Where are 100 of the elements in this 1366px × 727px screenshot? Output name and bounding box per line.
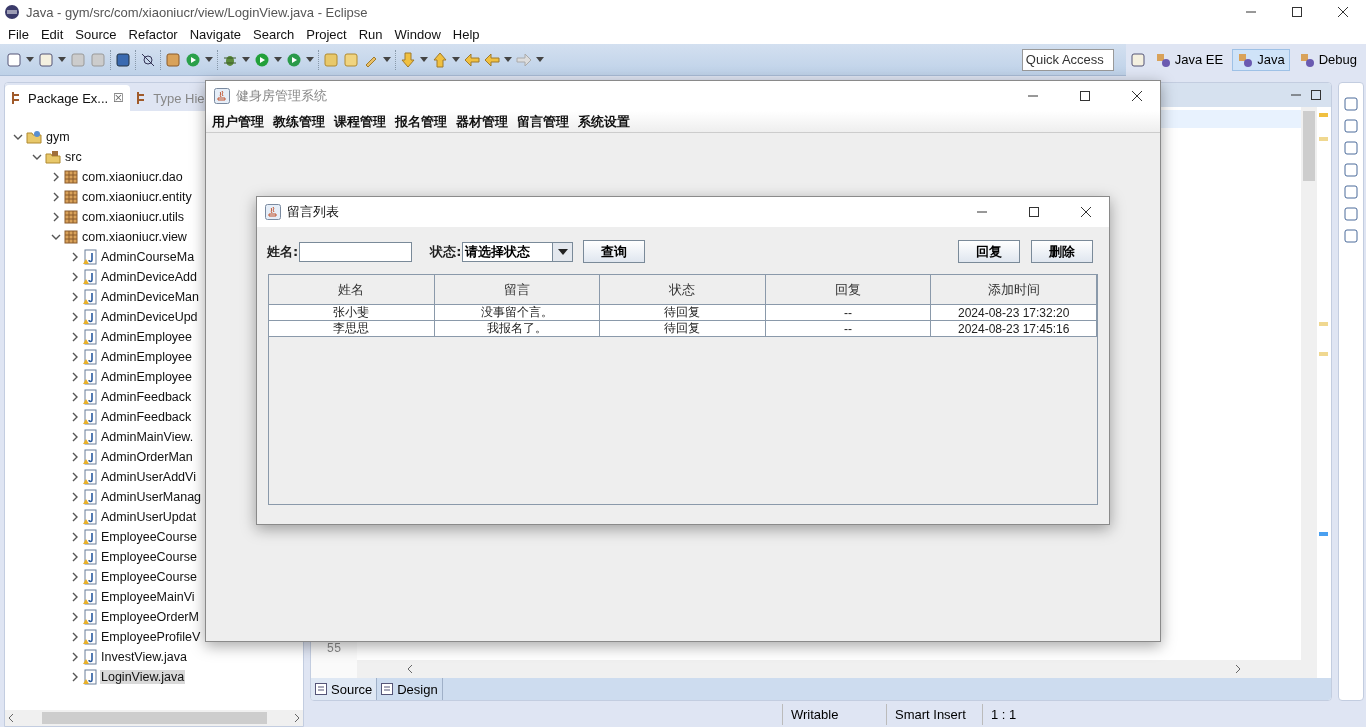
skip-breakpoints-icon[interactable] bbox=[140, 51, 156, 68]
tree-item[interactable]: EmployeeCourse bbox=[100, 530, 198, 544]
tree-item[interactable]: src bbox=[64, 150, 83, 164]
tree-item[interactable]: AdminUserAddVi bbox=[100, 470, 197, 484]
java-file-icon bbox=[83, 669, 97, 685]
menu-item[interactable]: 留言管理 bbox=[513, 112, 573, 131]
scroll-left-icon[interactable] bbox=[8, 714, 14, 722]
tree-item[interactable]: AdminFeedback bbox=[100, 390, 193, 404]
java-file-icon bbox=[83, 329, 97, 345]
window-title: Java - gym/src/com/xiaoniucr/view/LoginView.java - Eclipse bbox=[26, 4, 369, 20]
tree-item[interactable]: LoginView.java bbox=[100, 670, 186, 684]
document-icon bbox=[315, 683, 327, 695]
menu-item[interactable]: 报名管理 bbox=[391, 112, 451, 131]
menu-item[interactable]: 器材管理 bbox=[452, 112, 512, 131]
quick-access-field[interactable]: Quick Access bbox=[1021, 48, 1114, 71]
java-file-icon bbox=[83, 389, 97, 405]
action-button[interactable]: 查询 bbox=[583, 240, 646, 263]
java-file-icon bbox=[83, 289, 97, 305]
tree-item[interactable]: AdminEmployee bbox=[100, 330, 193, 344]
action-button[interactable]: 回复 bbox=[958, 240, 1021, 263]
table-cell: 2024-08-23 17:32:20 bbox=[931, 305, 1097, 321]
perspective-button[interactable]: Java bbox=[1232, 48, 1290, 71]
tree-item[interactable]: AdminUserUpdat bbox=[100, 510, 198, 524]
tree-item[interactable]: AdminUserManag bbox=[100, 490, 203, 504]
source-folder-icon bbox=[45, 149, 61, 165]
action-button[interactable]: 删除 bbox=[1031, 240, 1094, 263]
java-file-icon bbox=[83, 529, 97, 545]
perspective-button[interactable]: Debug bbox=[1293, 48, 1362, 71]
scroll-left-icon[interactable] bbox=[407, 665, 413, 673]
menu-item[interactable]: File bbox=[2, 26, 35, 42]
dropdown-caret-icon[interactable] bbox=[306, 56, 314, 63]
tree-item[interactable]: AdminCourseMa bbox=[100, 250, 196, 264]
java-file-icon bbox=[83, 509, 97, 525]
scroll-right-icon[interactable] bbox=[294, 714, 300, 722]
menu-item[interactable]: Edit bbox=[34, 26, 70, 42]
tree-item[interactable]: com.xiaoniucr.utils bbox=[81, 210, 186, 224]
perspective-icon bbox=[1298, 51, 1315, 68]
dropdown-caret-icon[interactable] bbox=[420, 56, 428, 63]
menu-item[interactable]: Window bbox=[388, 26, 447, 42]
dropdown-caret-icon[interactable] bbox=[274, 56, 282, 63]
status-dropdown[interactable]: 请选择状态 bbox=[462, 241, 574, 262]
java-file-icon bbox=[83, 309, 97, 325]
tree-item[interactable]: EmployeeOrderM bbox=[100, 610, 200, 624]
tree-item[interactable]: com.xiaoniucr.view bbox=[81, 230, 188, 244]
menu-item[interactable]: Refactor bbox=[122, 26, 184, 42]
name-field[interactable] bbox=[299, 241, 413, 262]
run-icon[interactable] bbox=[254, 51, 270, 68]
close-icon[interactable]: ☒ bbox=[113, 91, 125, 105]
menu-item[interactable]: Run bbox=[352, 26, 389, 42]
column-header[interactable]: 状态 bbox=[600, 275, 766, 305]
vertical-scrollbar[interactable] bbox=[1301, 107, 1317, 678]
scroll-right-icon[interactable] bbox=[1235, 665, 1241, 673]
table-cell: 张小斐 bbox=[269, 305, 435, 321]
menu-item[interactable]: Source bbox=[69, 26, 123, 42]
column-header[interactable]: 回复 bbox=[765, 275, 932, 305]
tree-item[interactable]: InvestView.java bbox=[100, 650, 188, 664]
tree-item[interactable]: com.xiaoniucr.entity bbox=[81, 190, 193, 204]
dropdown-caret-icon[interactable] bbox=[242, 56, 250, 63]
dropdown-caret-icon[interactable] bbox=[452, 56, 460, 63]
tree-item[interactable]: AdminMainView. bbox=[100, 430, 195, 444]
tree-item[interactable]: gym bbox=[45, 130, 71, 144]
menu-item[interactable]: Help bbox=[446, 26, 486, 42]
tree-item[interactable]: AdminEmployee bbox=[100, 350, 193, 364]
menu-item[interactable]: 系统设置 bbox=[574, 112, 634, 131]
table-cell: 待回复 bbox=[600, 321, 766, 337]
java-file-icon bbox=[83, 249, 97, 265]
dropdown-caret-icon[interactable] bbox=[26, 56, 34, 63]
column-header[interactable]: 姓名 bbox=[269, 275, 435, 305]
column-header[interactable]: 留言 bbox=[434, 275, 601, 305]
dropdown-caret-icon[interactable] bbox=[205, 56, 213, 63]
collapse-chevron-icon[interactable] bbox=[51, 232, 61, 242]
horizontal-scrollbar[interactable] bbox=[5, 710, 303, 726]
menu-item[interactable]: 教练管理 bbox=[269, 112, 329, 131]
tree-item[interactable]: EmployeeMainVi bbox=[100, 590, 196, 604]
tree-item[interactable]: AdminOrderMan bbox=[100, 450, 194, 464]
menu-item[interactable]: Project bbox=[300, 26, 353, 42]
menu-item[interactable]: Navigate bbox=[183, 26, 247, 42]
tree-item[interactable]: AdminDeviceAdd bbox=[100, 270, 198, 284]
dropdown-caret-icon[interactable] bbox=[536, 56, 544, 63]
editor-tab[interactable]: Design bbox=[377, 678, 443, 700]
menu-item[interactable]: Search bbox=[247, 26, 301, 42]
tree-item[interactable]: EmployeeCourse bbox=[100, 570, 198, 584]
dropdown-caret-icon[interactable] bbox=[58, 56, 66, 63]
tree-item[interactable]: com.xiaoniucr.dao bbox=[81, 170, 184, 184]
menu-item[interactable]: 课程管理 bbox=[330, 112, 390, 131]
tree-item[interactable]: AdminEmployee bbox=[100, 370, 193, 384]
view-tab[interactable]: Package Ex... ☒ bbox=[5, 85, 131, 111]
tree-item[interactable]: AdminFeedback bbox=[100, 410, 193, 424]
tree-item[interactable]: EmployeeProfileV bbox=[100, 630, 202, 644]
horizontal-scrollbar[interactable] bbox=[357, 660, 1301, 678]
editor-tab[interactable]: Source bbox=[311, 678, 378, 700]
tree-item[interactable]: AdminDeviceUpd bbox=[100, 310, 199, 324]
java-file-icon bbox=[83, 589, 97, 605]
menu-item[interactable]: 用户管理 bbox=[208, 112, 268, 131]
dropdown-caret-icon[interactable] bbox=[383, 56, 391, 63]
tree-item[interactable]: AdminDeviceMan bbox=[100, 290, 200, 304]
dropdown-caret-icon[interactable] bbox=[504, 56, 512, 63]
perspective-button[interactable]: Java EE bbox=[1149, 48, 1229, 71]
tree-item[interactable]: EmployeeCourse bbox=[100, 550, 198, 564]
column-header[interactable]: 添加时间 bbox=[931, 275, 1097, 305]
